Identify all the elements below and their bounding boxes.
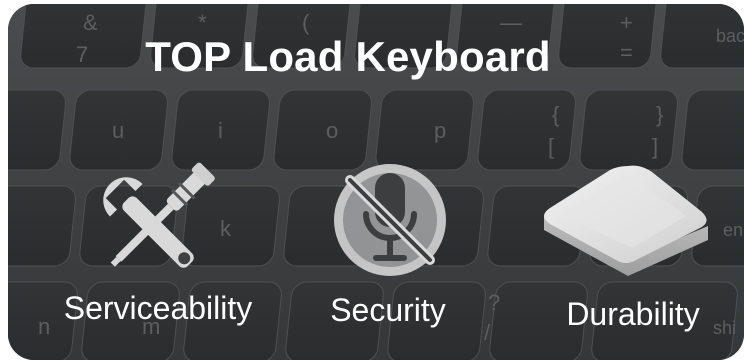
svg-text:+: +: [620, 10, 633, 35]
svg-text:—: —: [500, 10, 522, 35]
svg-text:&: &: [83, 10, 98, 35]
svg-text:=: =: [620, 40, 633, 65]
svg-text:p: p: [434, 118, 446, 143]
muted-microphone-icon: [334, 164, 446, 276]
svg-text:en: en: [723, 220, 743, 240]
svg-text:{: {: [552, 102, 559, 127]
svg-text:/: /: [484, 320, 491, 345]
svg-text:?: ?: [488, 290, 500, 315]
svg-text:7: 7: [76, 42, 88, 67]
svg-text:}: }: [656, 102, 663, 127]
feature-label-durability: Durability: [566, 296, 700, 332]
feature-label-security: Security: [330, 292, 446, 328]
wrench-screwdriver-icon: [103, 162, 215, 268]
svg-text:bac: bac: [716, 26, 744, 46]
feature-label-serviceability: Serviceability: [63, 290, 253, 326]
svg-text:u: u: [112, 118, 124, 143]
svg-text:o: o: [326, 118, 338, 143]
keycap-icon: [544, 165, 708, 276]
svg-text:*: *: [198, 10, 207, 35]
svg-text:(: (: [302, 10, 310, 35]
banner-title: TOP Load Keyboard: [145, 33, 551, 80]
keyboard-feature-banner: & 7 * ( — + = bac u i o p { [ } ] k en ?…: [8, 4, 744, 360]
svg-text:[: [: [548, 134, 554, 159]
svg-text:]: ]: [652, 134, 658, 159]
svg-text:i: i: [218, 118, 223, 143]
